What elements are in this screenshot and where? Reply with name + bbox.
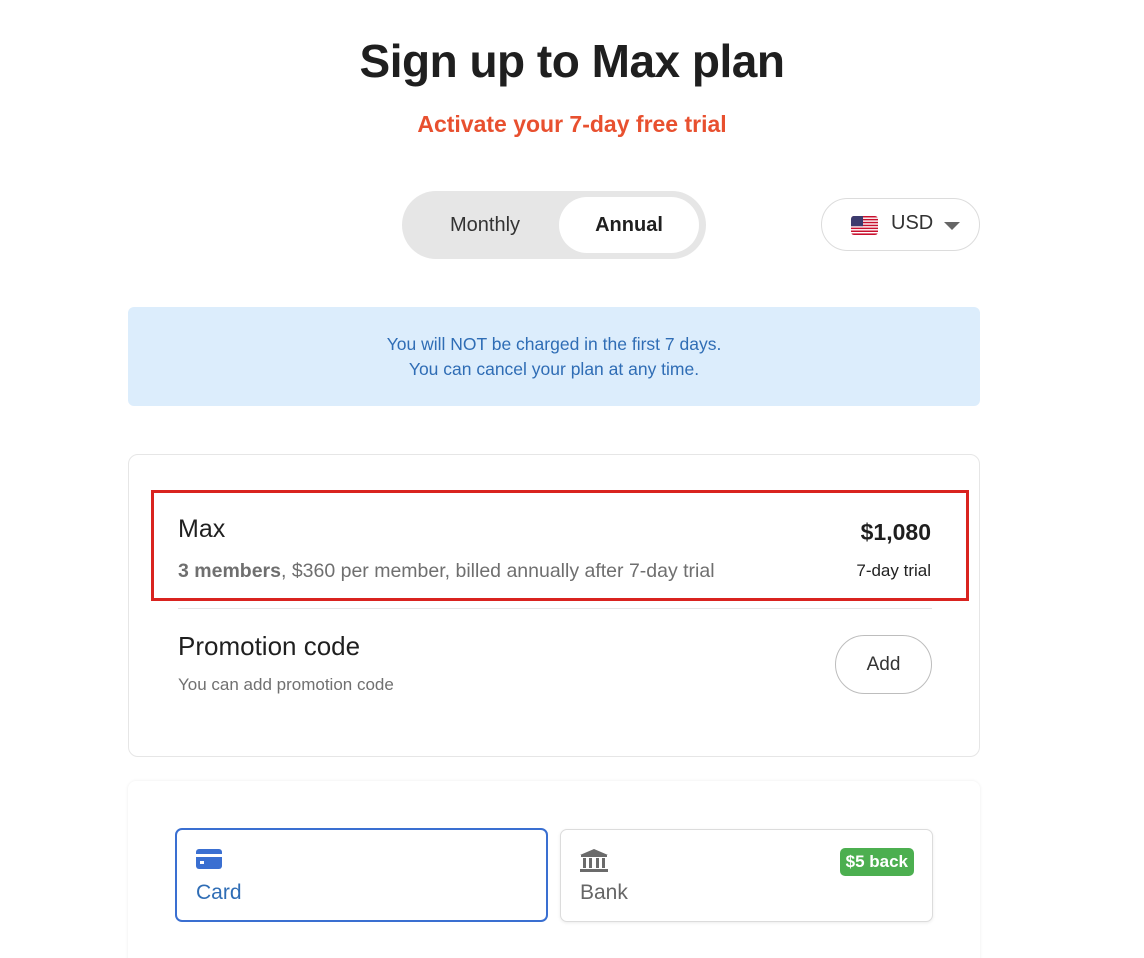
chevron-down-icon xyxy=(944,222,960,230)
plan-billing-details: , $360 per member, billed annually after… xyxy=(280,560,715,582)
plan-highlight-box xyxy=(151,490,969,601)
trial-info-banner: You will NOT be charged in the first 7 d… xyxy=(128,307,980,406)
info-line-2: You can cancel your plan at any time. xyxy=(408,358,700,379)
us-flag-icon xyxy=(851,216,878,235)
billing-option-monthly[interactable]: Monthly xyxy=(416,197,554,253)
payment-option-bank[interactable]: Bank $5 back xyxy=(560,829,933,922)
cashback-badge: $5 back xyxy=(839,848,914,876)
credit-card-icon xyxy=(196,849,222,874)
plan-description: 3 members, $360 per member, billed annua… xyxy=(178,560,715,583)
info-line-1: You will NOT be charged in the first 7 d… xyxy=(386,333,722,354)
page-subtitle: Activate your 7-day free trial xyxy=(417,111,727,137)
payment-option-bank-label: Bank xyxy=(580,881,628,904)
promotion-description: You can add promotion code xyxy=(178,675,394,694)
signup-page: Sign up to Max plan Activate your 7-day … xyxy=(0,0,1144,958)
plan-price: $1,080 xyxy=(860,519,931,545)
promotion-title: Promotion code xyxy=(178,631,361,661)
bank-icon xyxy=(580,849,608,878)
order-summary-card: Max 3 members, $360 per member, billed a… xyxy=(128,454,980,757)
billing-period-toggle: Monthly Annual xyxy=(402,191,706,259)
add-promotion-button[interactable]: Add xyxy=(835,635,932,694)
currency-select[interactable]: USD xyxy=(821,198,980,251)
billing-option-annual[interactable]: Annual xyxy=(559,197,699,253)
divider xyxy=(178,608,932,609)
plan-members: 3 members xyxy=(178,560,281,582)
plan-name: Max xyxy=(178,515,226,543)
payment-option-card[interactable]: Card xyxy=(175,828,548,922)
page-title: Sign up to Max plan xyxy=(359,35,785,87)
plan-trial-label: 7-day trial xyxy=(856,561,931,580)
currency-value: USD xyxy=(891,212,934,234)
payment-option-card-label: Card xyxy=(196,881,242,904)
payment-method-section: Card Bank $5 back xyxy=(128,781,980,958)
